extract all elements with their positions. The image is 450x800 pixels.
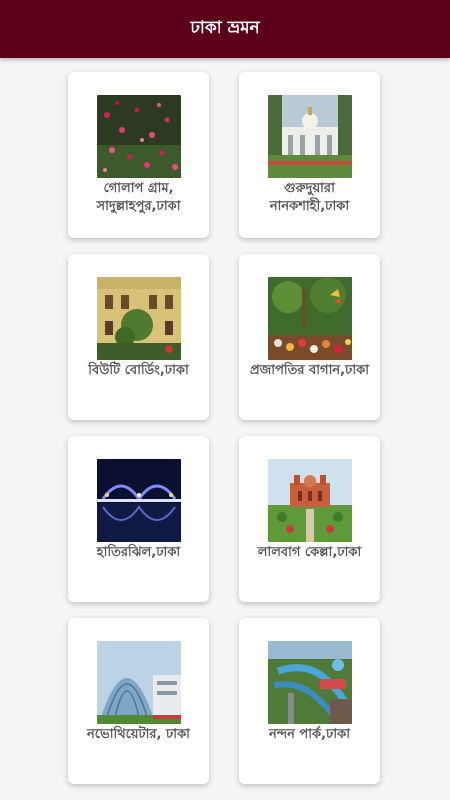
place-card-golap-gram[interactable]: গোলাপ গ্রাম, সাদুল্লাহপুর,ঢাকা <box>68 72 209 238</box>
place-name: গোলাপ গ্রাম, সাদুল্লাহপুর,ঢাকা <box>96 181 181 214</box>
place-card-beauty-boarding[interactable]: বিউটি বোর্ডিং,ঢাকা <box>68 254 209 420</box>
place-name: নন্দন পার্ক,ঢাকা <box>268 727 351 742</box>
place-image-lalbagh-fort <box>267 459 352 542</box>
place-name: বিউটি বোর্ডিং,ঢাকা <box>88 363 189 378</box>
place-image-novotheatre <box>96 641 181 724</box>
place-image-beauty-boarding <box>96 277 181 360</box>
places-list[interactable]: গোলাপ গ্রাম, সাদুল্লাহপুর,ঢাকা গুরুদুয়া… <box>0 58 450 800</box>
place-name: প্রজাপতির বাগান,ঢাকা <box>249 363 370 378</box>
place-card-gurdwara-nanakshahi[interactable]: গুরুদুয়ারা নানকশাহী,ঢাকা <box>239 72 380 238</box>
place-image-golap-gram <box>96 95 181 178</box>
place-image-butterfly-garden <box>267 277 352 360</box>
place-name: হাতিরঝিল,ঢাকা <box>96 545 181 560</box>
place-name: লালবাগ কেল্লা,ঢাকা <box>257 545 362 560</box>
place-card-butterfly-garden[interactable]: প্রজাপতির বাগান,ঢাকা <box>239 254 380 420</box>
place-card-lalbagh-fort[interactable]: লালবাগ কেল্লা,ঢাকা <box>239 436 380 602</box>
place-card-hatirjheel[interactable]: হাতিরঝিল,ঢাকা <box>68 436 209 602</box>
place-card-nandan-park[interactable]: নন্দন পার্ক,ঢাকা <box>239 618 380 784</box>
place-image-gurdwara <box>267 95 352 178</box>
places-grid: গোলাপ গ্রাম, সাদুল্লাহপুর,ঢাকা গুরুদুয়া… <box>68 72 382 784</box>
place-name: গুরুদুয়ারা নানকশাহী,ঢাকা <box>269 181 350 214</box>
app-bar: ঢাকা ভ্রমন <box>0 0 450 58</box>
app-title: ঢাকা ভ্রমন <box>190 18 260 38</box>
place-name: নভোথিয়েটার, ঢাকা <box>87 727 190 742</box>
place-card-novotheatre[interactable]: নভোথিয়েটার, ঢাকা <box>68 618 209 784</box>
place-image-hatirjheel <box>96 459 181 542</box>
place-image-nandan-park <box>267 641 352 724</box>
